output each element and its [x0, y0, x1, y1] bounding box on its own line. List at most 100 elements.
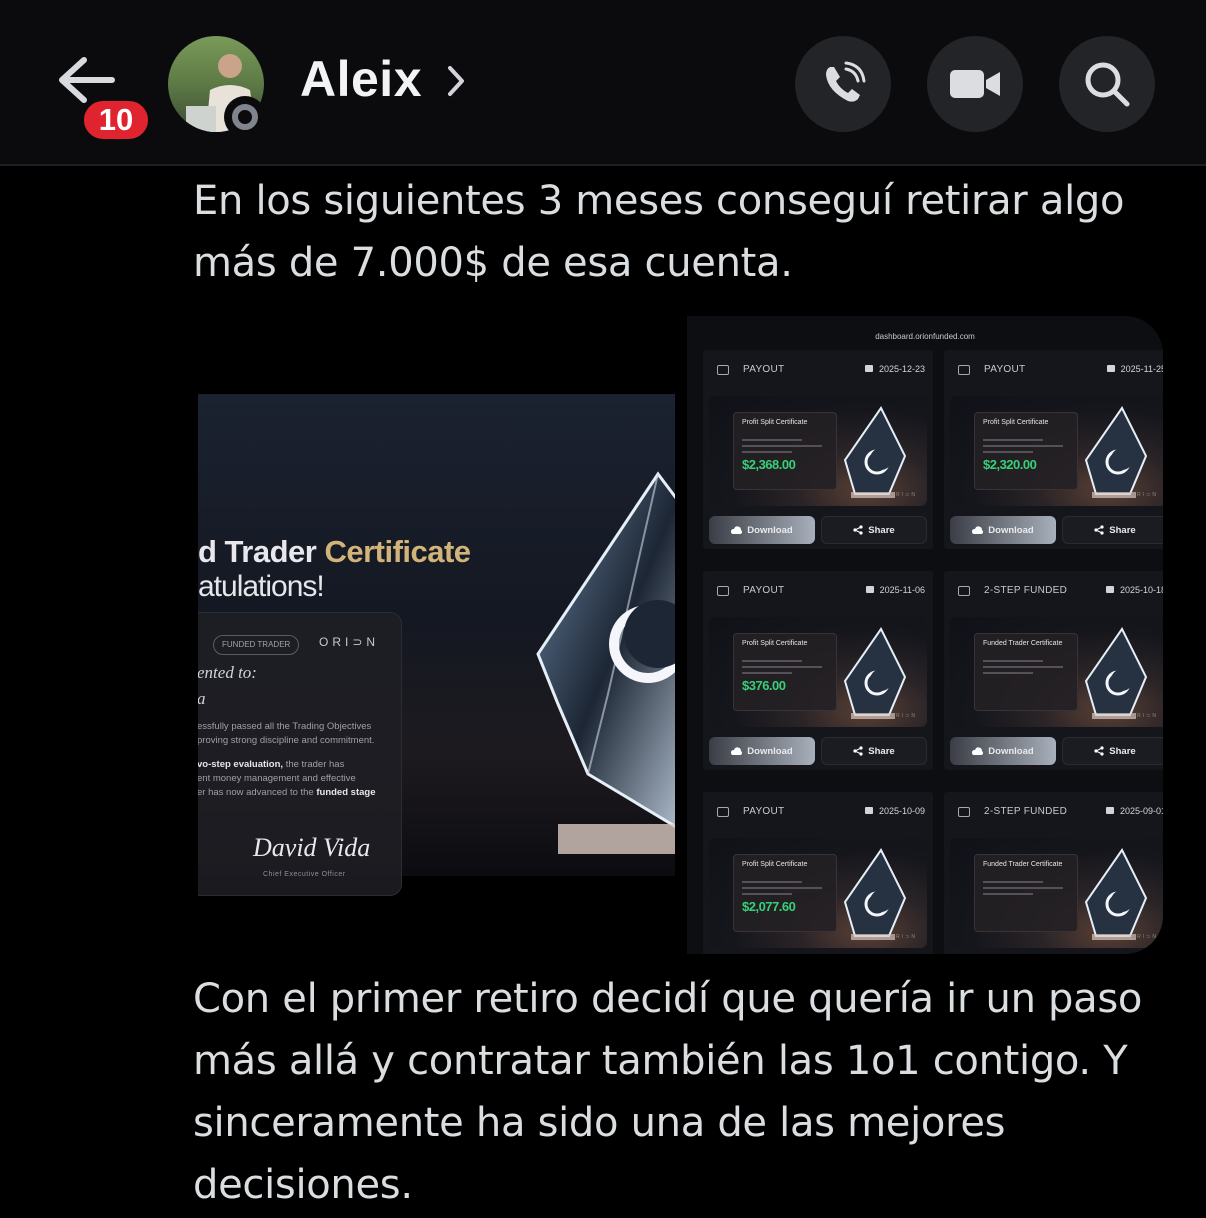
- recipient-name: a: [198, 689, 206, 709]
- download-label: Download: [988, 745, 1034, 757]
- share-button[interactable]: Share: [1062, 516, 1163, 544]
- tile-label: PAYOUT: [743, 806, 785, 817]
- tile-date: 2025-10-18: [1106, 585, 1163, 595]
- funded-trader-pill: FUNDED TRADER: [213, 635, 300, 655]
- download-label: Download: [747, 524, 793, 536]
- text-line: [742, 887, 822, 889]
- download-button[interactable]: Download: [950, 516, 1056, 544]
- certificate-preview: Profit Split Certificate $2,368.00 ORI⊃N: [709, 396, 927, 506]
- text-line: [742, 445, 822, 447]
- contact-name[interactable]: Aleix: [300, 50, 422, 108]
- orion-logo: ORI⊃N: [319, 635, 380, 649]
- video-call-button[interactable]: [927, 36, 1023, 132]
- certificate-tile[interactable]: PAYOUT 2025-11-25 Profit Split Certificate…: [944, 350, 1163, 549]
- cloud-download-icon: [731, 525, 743, 534]
- dashboard-screenshot[interactable]: dashboard.orionfunded.com PAYOUT 2025-12-…: [687, 316, 1163, 954]
- mini-certificate: Funded Trader Certificate: [974, 633, 1078, 711]
- chevron-right-icon[interactable]: [442, 64, 470, 98]
- certificate-title: d Trader Certificate: [198, 534, 471, 569]
- text-line: [983, 439, 1043, 441]
- tile-label: PAYOUT: [743, 585, 785, 596]
- download-button[interactable]: Download: [709, 737, 815, 765]
- message-line: Con el primer retiro decidí que quería i…: [193, 976, 1143, 1022]
- text-line: [742, 672, 792, 674]
- certificate-icon: [958, 586, 970, 596]
- download-button[interactable]: Download: [709, 516, 815, 544]
- mini-certificate-title: Profit Split Certificate: [742, 861, 808, 868]
- tile-date: 2025-11-06: [866, 585, 925, 595]
- certificate-icon: [717, 365, 729, 375]
- tile-label: PAYOUT: [743, 364, 785, 375]
- certificate-tile[interactable]: PAYOUT 2025-10-09 Profit Split Certificate…: [703, 792, 933, 954]
- text-line: [983, 451, 1033, 453]
- cloud-download-icon: [972, 525, 984, 534]
- orion-logo: ORI⊃N: [890, 934, 917, 940]
- certificate-tile[interactable]: 2-STEP FUNDED 2025-09-01 Funded Trader Cer…: [944, 792, 1163, 954]
- tile-date: 2025-11-25: [1107, 364, 1163, 374]
- certificate-body: vo-step evaluation, the trader has: [198, 759, 344, 770]
- download-button[interactable]: Download: [950, 737, 1056, 765]
- share-icon: [1094, 525, 1104, 535]
- certificate-image[interactable]: d Trader Certificate atulations! FUNDED …: [198, 316, 675, 954]
- certificate-subtitle: atulations!: [198, 570, 325, 603]
- tile-header: 2-STEP FUNDED 2025-09-01: [958, 805, 1163, 821]
- text-line: [983, 445, 1063, 447]
- certificate-icon: [958, 807, 970, 817]
- certificate-text: the trader has: [283, 759, 345, 770]
- certificate-preview: Profit Split Certificate $2,320.00 ORI⊃N: [950, 396, 1163, 506]
- certificate-bold-text: vo-step evaluation,: [198, 759, 284, 770]
- presented-to: ented to:: [198, 663, 257, 682]
- certificate-body: essfully passed all the Trading Objectiv…: [198, 721, 372, 732]
- download-label: Download: [747, 745, 793, 757]
- certificate-background: d Trader Certificate atulations! FUNDED …: [198, 394, 675, 896]
- voice-call-button[interactable]: [795, 36, 891, 132]
- tile-date: 2025-09-01: [1106, 806, 1163, 816]
- certificate-tile[interactable]: 2-STEP FUNDED 2025-10-18 Funded Trader Cer…: [944, 571, 1163, 770]
- certificate-preview: Funded Trader Certificate ORI⊃N: [950, 838, 1163, 948]
- text-line: [742, 893, 792, 895]
- mini-certificate: Profit Split Certificate $2,077.60: [733, 854, 837, 932]
- text-line: [742, 451, 792, 453]
- trophy-crystal-icon: [1084, 627, 1148, 719]
- share-label: Share: [1109, 524, 1136, 536]
- mini-certificate-title: Profit Split Certificate: [983, 419, 1049, 426]
- certificate-icon: [717, 586, 729, 596]
- message-line: decisiones.: [193, 1162, 413, 1208]
- share-icon: [853, 525, 863, 535]
- tile-label: 2-STEP FUNDED: [984, 585, 1068, 596]
- video-camera-icon: [950, 70, 1000, 98]
- tile-header: PAYOUT 2025-11-06: [717, 584, 925, 600]
- message-line: sinceramente ha sido una de las mejores: [193, 1100, 1006, 1146]
- certificate-icon: [958, 365, 970, 375]
- message-line: más allá y contratar también las 1o1 con…: [193, 1038, 1128, 1084]
- share-button[interactable]: Share: [1062, 737, 1163, 765]
- certificate-body: ent money management and effective: [198, 773, 356, 784]
- search-button[interactable]: [1059, 36, 1155, 132]
- certificate-icon: [717, 807, 729, 817]
- tile-label: PAYOUT: [984, 364, 1026, 375]
- mini-certificate: Profit Split Certificate $376.00: [733, 633, 837, 711]
- tile-date: 2025-10-09: [865, 806, 925, 816]
- download-label: Download: [988, 524, 1034, 536]
- tile-date: 2025-12-23: [865, 364, 925, 374]
- text-line: [742, 439, 802, 441]
- trophy-crystal-icon: [843, 627, 907, 719]
- certificate-tile[interactable]: PAYOUT 2025-12-23 Profit Split Certificate…: [703, 350, 933, 549]
- share-button[interactable]: Share: [821, 737, 927, 765]
- unread-badge: 10: [80, 97, 152, 143]
- message-text: Con el primer retiro decidí que quería i…: [193, 968, 1142, 1216]
- orion-logo: ORI⊃N: [1131, 713, 1158, 719]
- share-label: Share: [868, 745, 895, 757]
- tile-header: PAYOUT 2025-12-23: [717, 363, 925, 379]
- trophy-crystal-icon: [536, 471, 675, 854]
- message-line: En los siguientes 3 meses conseguí retir…: [193, 178, 1125, 224]
- payout-amount: $2,077.60: [742, 899, 796, 914]
- tile-label: 2-STEP FUNDED: [984, 806, 1068, 817]
- share-button[interactable]: Share: [821, 516, 927, 544]
- certificate-tile[interactable]: PAYOUT 2025-11-06 Profit Split Certificate…: [703, 571, 933, 770]
- chat-header: 10 Aleix: [0, 0, 1206, 166]
- text-line: [983, 893, 1033, 895]
- certificate-body: er has now advanced to the funded stage: [198, 787, 375, 798]
- mini-certificate-title: Profit Split Certificate: [742, 640, 808, 647]
- share-icon: [853, 746, 863, 756]
